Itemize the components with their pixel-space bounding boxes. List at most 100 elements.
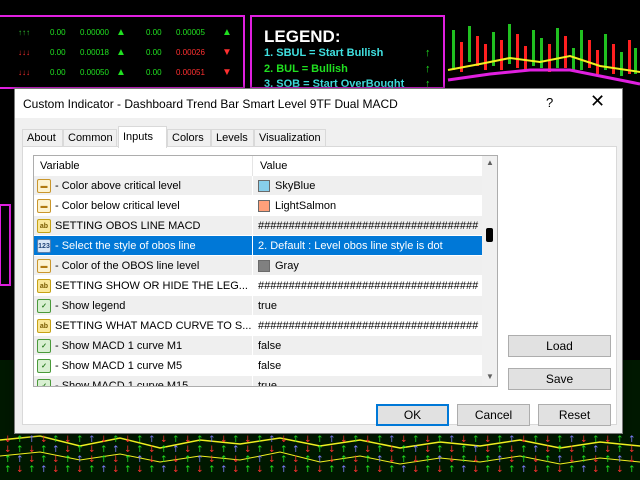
grid-row[interactable]: ▬ - Color of the OBOS line level Gray <box>34 256 482 276</box>
value-cell[interactable]: false <box>258 360 480 372</box>
signal-arrow-icon: ↓ <box>580 435 588 445</box>
signal-arrow-icon: ↑ <box>148 435 156 445</box>
signal-arrow-icon: ↓ <box>352 465 360 475</box>
column-value[interactable]: Value <box>260 160 287 172</box>
color-swatch <box>258 180 270 192</box>
vertical-scrollbar[interactable]: ▲ ▼ <box>482 156 497 386</box>
value-cell[interactable]: #################################### <box>258 280 480 292</box>
signal-arrow-icon: ↑ <box>484 455 492 465</box>
signal-arrow-icon: ↓ <box>16 465 24 475</box>
signal-arrow-icon: ↑ <box>364 455 372 465</box>
signal-arrow-icon: ↑ <box>496 435 504 445</box>
signal-arrow-icon: ↑ <box>76 435 84 445</box>
signal-arrow-icon: ↑ <box>376 455 384 465</box>
value-cell[interactable]: LightSalmon <box>275 200 497 212</box>
signal-arrow-icon: ↑ <box>124 455 132 465</box>
signal-arrow-icon: ↑ <box>448 435 456 445</box>
signal-arrow-icon: ↓ <box>196 465 204 475</box>
grid-row[interactable]: ab SETTING SHOW OR HIDE THE LEG... #######… <box>34 276 482 296</box>
signal-arrow-icon: ↓ <box>148 445 156 455</box>
tab-common[interactable]: Common <box>63 129 117 147</box>
signal-arrow-icon: ↓ <box>592 465 600 475</box>
signal-arrow-icon: ↓ <box>400 435 408 445</box>
signal-arrow-icon: ↑ <box>580 465 588 475</box>
value-cell[interactable]: true <box>258 380 480 386</box>
signal-arrow-icon: ↓ <box>184 435 192 445</box>
signal-arrow-icon: ↑ <box>88 435 96 445</box>
tab-inputs[interactable]: Inputs <box>118 126 167 148</box>
grid-row[interactable]: ▬ - Color below critical level LightSalmon <box>34 196 482 216</box>
grid-row[interactable]: ✓ - Show MACD 1 curve M1 false <box>34 336 482 356</box>
scroll-thumb[interactable] <box>486 228 493 242</box>
signal-arrow-icon: ↓ <box>508 445 516 455</box>
signal-arrow-icon: ↑ <box>520 445 528 455</box>
signal-arrow-icon: ↑ <box>400 465 408 475</box>
reset-button[interactable]: Reset <box>538 404 611 426</box>
signal-arrow-icon: ↓ <box>88 455 96 465</box>
signal-arrow-icon: ↑ <box>136 455 144 465</box>
tab-colors[interactable]: Colors <box>167 129 211 147</box>
dialog-titlebar[interactable]: Custom Indicator - Dashboard Trend Bar S… <box>15 89 622 118</box>
signal-arrow-icon: ↓ <box>448 455 456 465</box>
signal-arrow-icon: ↓ <box>364 445 372 455</box>
signal-arrow-icon: ↑ <box>316 445 324 455</box>
scroll-up-icon[interactable]: ▲ <box>486 158 494 167</box>
signal-arrow-icon: ↓ <box>604 435 612 445</box>
signal-arrow-icon: ↓ <box>364 435 372 445</box>
value-cell[interactable]: true <box>258 300 480 312</box>
value-cell[interactable]: 2. Default : Level obos line style is do… <box>258 240 480 252</box>
save-button[interactable]: Save <box>508 368 611 390</box>
scroll-down-icon[interactable]: ▼ <box>486 372 494 381</box>
signal-arrow-icon: ↑ <box>580 455 588 465</box>
cancel-button[interactable]: Cancel <box>457 404 530 426</box>
signal-arrow-icon: ↑ <box>532 445 540 455</box>
tab-about[interactable]: About <box>22 129 63 147</box>
signal-arrow-icon: ↓ <box>328 445 336 455</box>
grid-row[interactable]: ✓ - Show MACD 1 curve M15 true <box>34 376 482 386</box>
grid-row[interactable]: ab SETTING OBOS LINE MACD ################… <box>34 216 482 236</box>
value-cell[interactable]: SkyBlue <box>275 180 497 192</box>
ok-button[interactable]: OK <box>376 404 449 426</box>
grid-row[interactable]: ✓ - Show MACD 1 curve M5 false <box>34 356 482 376</box>
value-cell[interactable]: false <box>258 340 480 352</box>
signal-arrow-icon: ↑ <box>436 455 444 465</box>
grid-row[interactable]: ✓ - Show legend true <box>34 296 482 316</box>
signal-arrow-icon: ↑ <box>400 455 408 465</box>
signal-arrow-icon: ↑ <box>616 455 624 465</box>
grid-row[interactable]: 123 - Select the style of obos line 2. Def… <box>34 236 482 256</box>
up-arrow-icon: ▲ <box>116 27 126 38</box>
signal-arrow-icon: ↓ <box>268 445 276 455</box>
column-variable[interactable]: Variable <box>40 160 80 172</box>
legend-line: 2. BUL = Bullish <box>264 63 348 75</box>
signal-arrow-icon: ↑ <box>628 435 636 445</box>
signal-arrow-icon: ↑ <box>616 435 624 445</box>
grid-row[interactable]: ab SETTING WHAT MACD CURVE TO S... #######… <box>34 316 482 336</box>
signal-arrow-icon: ↑ <box>280 455 288 465</box>
signal-arrow-icon: ↑ <box>352 435 360 445</box>
grid-row[interactable]: ▬ - Color above critical level SkyBlue <box>34 176 482 196</box>
value-cell[interactable]: #################################### <box>258 220 480 232</box>
signal-arrow-icon: ↓ <box>208 445 216 455</box>
signal-arrow-icon: ↓ <box>304 435 312 445</box>
signal-arrow-icon: ↑ <box>316 455 324 465</box>
value-cell[interactable]: #################################### <box>258 320 480 332</box>
signal-arrow-icon: ↑ <box>124 465 132 475</box>
signal-arrow-icon: ↑ <box>472 435 480 445</box>
dashboard-row: ↓↓↓ 0.00 0.00018 ▲ 0.00 0.00026 ▼ <box>18 47 232 58</box>
up-arrow-icon: ↑ <box>425 47 431 59</box>
signal-arrow-icon: ↓ <box>436 465 444 475</box>
signal-arrow-icon: ↓ <box>448 445 456 455</box>
tab-levels[interactable]: Levels <box>211 129 254 147</box>
signal-arrow-icon: ↑ <box>232 445 240 455</box>
tab-visualization[interactable]: Visualization <box>254 129 326 147</box>
load-button[interactable]: Load <box>508 335 611 357</box>
close-icon[interactable]: ✕ <box>590 91 605 112</box>
signal-arrow-icon: ↑ <box>256 445 264 455</box>
signal-arrow-icon: ↑ <box>340 445 348 455</box>
signal-arrow-icon: ↓ <box>304 445 312 455</box>
signal-arrow-icon: ↑ <box>196 445 204 455</box>
help-button[interactable]: ? <box>546 95 553 110</box>
signal-arrow-icon: ↑ <box>484 465 492 475</box>
value-cell[interactable]: Gray <box>275 260 497 272</box>
signal-arrow-icon: ↓ <box>352 455 360 465</box>
